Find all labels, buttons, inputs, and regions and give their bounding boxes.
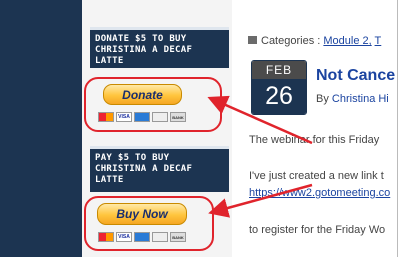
arrow-to-buy-now <box>208 183 313 218</box>
annotation-arrows <box>207 95 313 218</box>
arrow-to-donate <box>207 95 313 145</box>
